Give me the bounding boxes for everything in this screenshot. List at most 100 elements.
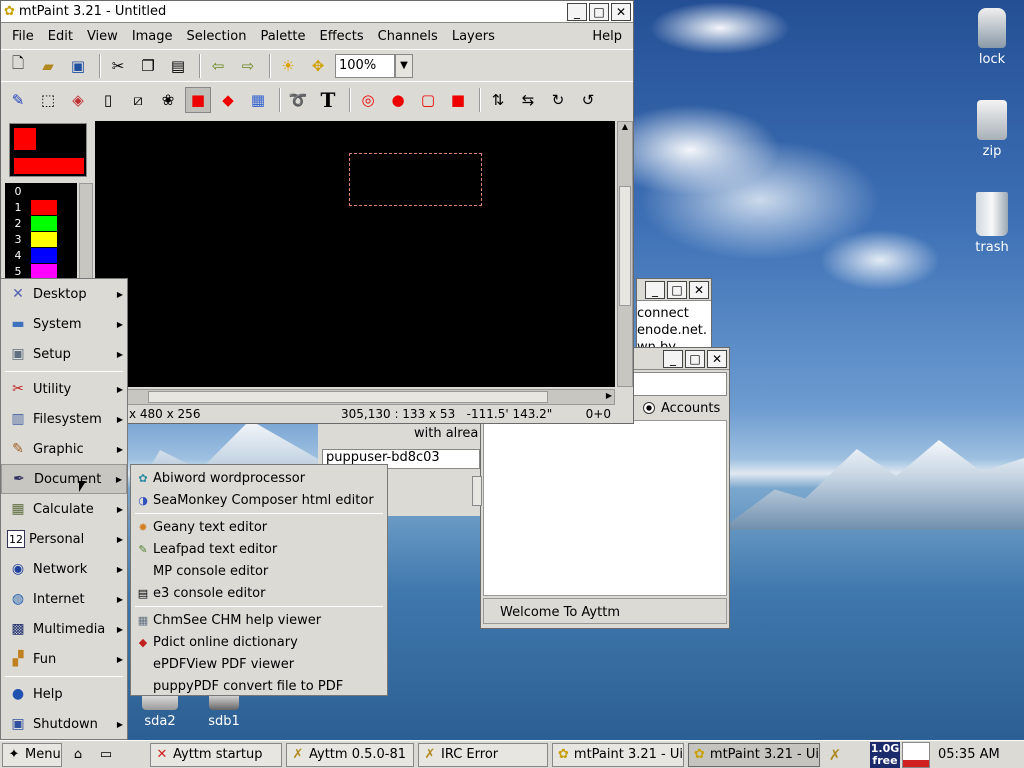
submenu-item-puppypdf[interactable]: puppyPDF convert file to PDF: [131, 675, 387, 697]
palette-scrollbar[interactable]: [79, 183, 93, 279]
save-icon[interactable]: ▣: [65, 53, 91, 79]
minimize-button[interactable]: _: [663, 349, 683, 368]
minimize-button[interactable]: _: [567, 2, 587, 21]
scroll-thumb[interactable]: [619, 186, 631, 306]
rotate-icon[interactable]: ↻: [545, 87, 571, 113]
menu-item-utility[interactable]: ✂ Utility ▶: [1, 374, 127, 404]
select-dotted-icon[interactable]: ⬚: [35, 87, 61, 113]
palette-swatch[interactable]: [31, 215, 57, 231]
palette-swatch[interactable]: [31, 199, 57, 215]
cut-icon[interactable]: ✂: [105, 53, 131, 79]
task-irc-error[interactable]: ✗ IRC Error: [418, 742, 548, 767]
titlebar[interactable]: ✿ mtPaint 3.21 - Untitled _ □ ✕: [1, 1, 633, 23]
canvas-vertical-scrollbar[interactable]: ▲: [617, 121, 633, 387]
submenu-item-leafpad[interactable]: ✎ Leafpad text editor: [131, 538, 387, 560]
rect-outline-icon[interactable]: ▢: [415, 87, 441, 113]
paste-icon[interactable]: ▤: [165, 53, 191, 79]
clone-icon[interactable]: ❀: [155, 87, 181, 113]
status-field[interactable]: [631, 372, 727, 396]
gradient-icon[interactable]: ▦: [245, 87, 271, 113]
menu-layers[interactable]: Layers: [445, 29, 502, 44]
selection-marquee[interactable]: [349, 153, 482, 206]
rect-select-icon[interactable]: ■: [185, 86, 211, 113]
accounts-radio[interactable]: [643, 402, 655, 414]
move-icon[interactable]: ✥: [305, 53, 331, 79]
brightness-sun-icon[interactable]: ☀: [275, 53, 301, 79]
desktop-icon-sda2[interactable]: sda2: [135, 692, 185, 729]
menu-channels[interactable]: Channels: [371, 29, 445, 44]
ellipse-fill-icon[interactable]: ●: [385, 87, 411, 113]
flip-horizontal-icon[interactable]: ⇆: [515, 87, 541, 113]
maximize-button[interactable]: □: [685, 349, 705, 368]
menu-item-setup[interactable]: ▣ Setup ▶: [1, 339, 127, 369]
menu-button[interactable]: ✦ Menu: [2, 742, 62, 767]
menu-edit[interactable]: Edit: [41, 29, 80, 44]
submenu-item-e3[interactable]: ▤ e3 console editor: [131, 582, 387, 604]
menu-item-network[interactable]: ◉ Network ▶: [1, 554, 127, 584]
show-desktop-icon[interactable]: ▭: [92, 743, 120, 767]
desktop-icon-sdb1[interactable]: sdb1: [199, 692, 249, 729]
palette-swatch[interactable]: [31, 183, 57, 199]
submenu-item-pdict[interactable]: ◆ Pdict online dictionary: [131, 631, 387, 653]
tray-ayttm-icon[interactable]: ✗: [824, 743, 846, 767]
smudge-icon[interactable]: ⧄: [125, 87, 151, 113]
submenu-item-chmsee[interactable]: ▦ ChmSee CHM help viewer: [131, 609, 387, 631]
desktop-icon-lock[interactable]: lock: [967, 8, 1017, 67]
task-mtpaint-2[interactable]: ✿ mtPaint 3.21 - Ui: [688, 742, 820, 767]
polygon-select-icon[interactable]: ◆: [215, 87, 241, 113]
ellipse-outline-icon[interactable]: ◎: [355, 87, 381, 113]
close-button[interactable]: ✕: [689, 280, 709, 299]
submenu-item-abiword[interactable]: ✿ Abiword wordprocessor: [131, 467, 387, 489]
desktop-icon-trash[interactable]: trash: [967, 192, 1017, 255]
line-tool-icon[interactable]: ▯: [95, 87, 121, 113]
flip-vertical-icon[interactable]: ⇅: [485, 87, 511, 113]
menu-item-calculate[interactable]: ▦ Calculate ▶: [1, 494, 127, 524]
undo-arrow-icon[interactable]: ⇦: [205, 53, 231, 79]
menu-view[interactable]: View: [80, 29, 125, 44]
submenu-item-geany[interactable]: ✸ Geany text editor: [131, 516, 387, 538]
menu-item-desktop[interactable]: ✕ Desktop ▶: [1, 279, 127, 309]
submenu-item-epdfview[interactable]: ePDFView PDF viewer: [131, 653, 387, 675]
menu-item-document[interactable]: ✒ Document ▶: [1, 464, 127, 494]
maximize-button[interactable]: □: [589, 2, 609, 21]
menu-effects[interactable]: Effects: [312, 29, 370, 44]
close-button[interactable]: ✕: [707, 349, 727, 368]
palette-swatch[interactable]: [31, 247, 57, 263]
desktop-icon-zip[interactable]: zip: [967, 100, 1017, 159]
menu-item-internet[interactable]: ◍ Internet ▶: [1, 584, 127, 614]
menu-item-personal[interactable]: 12 Personal ▶: [1, 524, 127, 554]
submenu-item-seamonkey[interactable]: ◑ SeaMonkey Composer html editor: [131, 489, 387, 511]
menu-item-fun[interactable]: ▞ Fun ▶: [1, 644, 127, 674]
contact-list[interactable]: [483, 420, 727, 596]
chevron-down-icon[interactable]: ▼: [395, 53, 413, 78]
menu-palette[interactable]: Palette: [253, 29, 312, 44]
menu-selection[interactable]: Selection: [180, 29, 254, 44]
redo-arrow-icon[interactable]: ⇨: [235, 53, 261, 79]
menu-item-filesystem[interactable]: ▥ Filesystem ▶: [1, 404, 127, 434]
submenu-item-mp[interactable]: MP console editor: [131, 560, 387, 582]
maximize-button[interactable]: □: [667, 280, 687, 299]
menu-item-shutdown[interactable]: ▣ Shutdown ▶: [1, 709, 127, 739]
pencil-icon[interactable]: ✎: [5, 87, 31, 113]
pattern-bar[interactable]: [14, 158, 84, 174]
task-mtpaint-1[interactable]: ✿ mtPaint 3.21 - Ui: [552, 742, 684, 767]
canvas-horizontal-scrollbar[interactable]: ▶: [127, 389, 615, 405]
zoom-input[interactable]: 100%: [335, 53, 395, 78]
eraser-icon[interactable]: ◈: [65, 87, 91, 113]
menu-item-graphic[interactable]: ✎ Graphic ▶: [1, 434, 127, 464]
menu-item-multimedia[interactable]: ▩ Multimedia ▶: [1, 614, 127, 644]
copy-icon[interactable]: ❐: [135, 53, 161, 79]
scroll-thumb[interactable]: [148, 391, 548, 403]
lasso-icon[interactable]: ➰: [285, 87, 311, 113]
task-ayttm-startup[interactable]: ✕ Ayttm startup: [150, 742, 282, 767]
text-icon[interactable]: T: [315, 87, 341, 113]
titlebar[interactable]: _ □ ✕: [637, 279, 711, 301]
palette-swatch[interactable]: [31, 263, 57, 279]
rect-fill-icon[interactable]: ■: [445, 87, 471, 113]
palette-list[interactable]: 0 1 2 3 4 5: [5, 183, 77, 279]
task-ayttm[interactable]: ✗ Ayttm 0.5.0-81: [286, 742, 414, 767]
menu-image[interactable]: Image: [125, 29, 180, 44]
menu-file[interactable]: File: [5, 29, 41, 44]
canvas[interactable]: [95, 121, 615, 387]
open-folder-icon[interactable]: ▰: [35, 53, 61, 79]
